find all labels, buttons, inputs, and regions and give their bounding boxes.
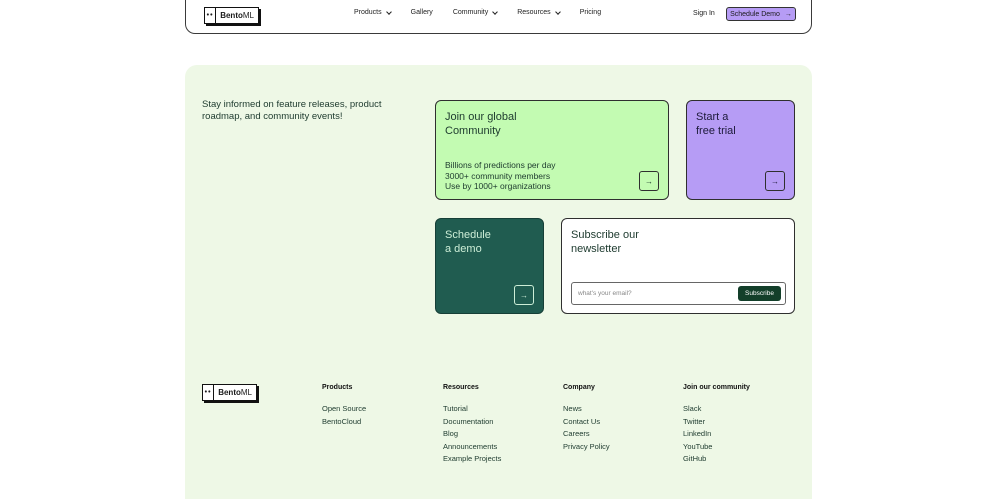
- footer-column-resources: Resources Tutorial Documentation Blog An…: [443, 384, 501, 466]
- card-title-line2: Community: [445, 125, 501, 137]
- nav-community[interactable]: Community: [453, 8, 499, 16]
- footer-link[interactable]: Twitter: [683, 416, 750, 429]
- footer-heading: Resources: [443, 384, 479, 391]
- footer-section: Stay informed on feature releases, produ…: [185, 65, 812, 499]
- logo-mark: ••: [205, 8, 217, 23]
- footer-column-products: Products Open Source BentoCloud: [322, 384, 366, 428]
- top-navbar: •• Bento ML Products Gallery Community Re…: [185, 0, 812, 34]
- nav-gallery[interactable]: Gallery: [411, 9, 433, 16]
- bentoml-logo[interactable]: •• Bento ML: [204, 7, 259, 24]
- arrow-right-icon[interactable]: →: [765, 171, 785, 191]
- footer-link[interactable]: Slack: [683, 403, 750, 416]
- footer-heading: Join our community: [683, 384, 750, 391]
- footer-bentoml-logo[interactable]: •• Bento ML: [202, 384, 257, 401]
- chevron-down-icon: [492, 8, 499, 15]
- card-title-line1: Join our global: [445, 111, 517, 123]
- subscribe-button[interactable]: Subscribe: [738, 286, 781, 301]
- chevron-down-icon: [554, 8, 561, 15]
- chevron-down-icon: [385, 8, 392, 15]
- community-stats: Billions of predictions per day 3000+ co…: [445, 160, 556, 191]
- arrow-right-icon: →: [784, 10, 792, 18]
- footer-link[interactable]: YouTube: [683, 441, 750, 454]
- footer-link[interactable]: Open Source: [322, 403, 366, 416]
- footer-link[interactable]: Example Projects: [443, 453, 501, 466]
- sign-in-link[interactable]: Sign In: [693, 10, 715, 17]
- footer-heading: Products: [322, 384, 353, 391]
- arrow-right-icon[interactable]: →: [514, 285, 534, 305]
- nav-pricing[interactable]: Pricing: [580, 9, 601, 16]
- schedule-demo-button[interactable]: Schedule Demo →: [726, 7, 796, 21]
- logo-mark: ••: [203, 385, 215, 400]
- intro-text: Stay informed on feature releases, produ…: [202, 99, 382, 122]
- newsletter-card: Subscribe our newsletter what's your ema…: [561, 218, 795, 314]
- footer-link[interactable]: Tutorial: [443, 403, 501, 416]
- schedule-demo-card[interactable]: Schedule a demo →: [435, 218, 544, 314]
- footer-link[interactable]: Blog: [443, 428, 501, 441]
- footer-link[interactable]: BentoCloud: [322, 416, 366, 429]
- nav-links: Products Gallery Community Resources Pri…: [354, 8, 621, 16]
- nav-products[interactable]: Products: [354, 8, 392, 16]
- footer-column-company: Company News Contact Us Careers Privacy …: [563, 384, 610, 453]
- footer-link[interactable]: Documentation: [443, 416, 501, 429]
- free-trial-card[interactable]: Start a free trial →: [686, 100, 795, 200]
- nav-resources[interactable]: Resources: [517, 8, 561, 16]
- footer-link[interactable]: Announcements: [443, 441, 501, 454]
- footer-link[interactable]: GitHub: [683, 453, 750, 466]
- email-placeholder: what's your email?: [578, 290, 632, 297]
- arrow-right-icon[interactable]: →: [639, 171, 659, 191]
- footer-link[interactable]: Privacy Policy: [563, 441, 610, 454]
- footer-link[interactable]: News: [563, 403, 610, 416]
- footer-heading: Company: [563, 384, 595, 391]
- footer-link[interactable]: LinkedIn: [683, 428, 750, 441]
- logo-text: Bento: [220, 11, 243, 20]
- community-card[interactable]: Join our global Community Billions of pr…: [435, 100, 669, 200]
- footer-column-community: Join our community Slack Twitter LinkedI…: [683, 384, 750, 466]
- footer-link[interactable]: Contact Us: [563, 416, 610, 429]
- logo-text-light: ML: [242, 11, 254, 20]
- email-input[interactable]: what's your email? Subscribe: [571, 282, 786, 305]
- footer-link[interactable]: Careers: [563, 428, 610, 441]
